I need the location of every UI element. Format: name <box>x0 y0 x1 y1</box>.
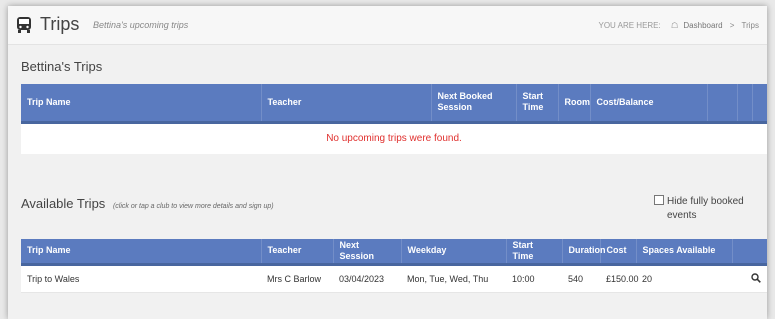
column-header-room[interactable]: Room <box>558 84 591 122</box>
column-header-blank <box>732 239 767 264</box>
page-subtitle: Bettina's upcoming trips <box>93 20 189 30</box>
column-header-cost-balance[interactable]: Cost/Balance <box>590 84 708 122</box>
search-icon[interactable] <box>751 272 761 283</box>
hide-full-toggle[interactable]: Hide fully booked events <box>654 195 767 223</box>
teacher-cell: Mrs C Barlow <box>267 273 322 284</box>
breadcrumb-dashboard[interactable]: Dashboard <box>683 21 722 30</box>
column-header-blank <box>707 84 738 122</box>
available-trips-header-row: Trip Name Teacher Next Session Weekday S… <box>21 239 767 264</box>
row-action-cell[interactable] <box>732 264 767 292</box>
hide-full-checkbox[interactable] <box>654 195 664 205</box>
trip-name-cell[interactable]: Trip to Wales <box>21 264 261 292</box>
column-header-start-time[interactable]: Start Time <box>516 84 559 122</box>
available-trips-heading: Available Trips (click or tap a club to … <box>21 196 274 211</box>
available-trips-table: Trip Name Teacher Next Session Weekday S… <box>21 239 767 293</box>
page-title: Trips <box>40 14 80 34</box>
my-trips-title: Bettina's Trips <box>21 59 103 74</box>
empty-message: No upcoming trips were found. <box>326 133 462 145</box>
column-header-next-session[interactable]: Next Session <box>333 239 402 264</box>
hide-full-label: Hide fully booked events <box>667 196 744 221</box>
column-header-blank <box>737 84 753 122</box>
duration-cell: 540 <box>568 273 584 284</box>
bus-icon <box>17 17 31 33</box>
my-trips-table: Trip Name Teacher Next Booked Session St… <box>21 84 767 154</box>
column-header-teacher[interactable]: Teacher <box>261 84 432 122</box>
available-trips-title: Available Trips <box>21 196 106 211</box>
column-header-weekday[interactable]: Weekday <box>401 239 507 264</box>
column-header-start-time[interactable]: Start Time <box>506 239 563 264</box>
next-session-cell: 03/04/2023 <box>339 273 385 284</box>
start-time-cell: 10:00 <box>512 273 535 284</box>
spaces-cell: 20 <box>642 273 653 284</box>
breadcrumb-separator: > <box>729 21 735 30</box>
page-frame: Trips Bettina's upcoming trips YOU ARE H… <box>8 6 767 319</box>
page-header: Trips Bettina's upcoming trips YOU ARE H… <box>8 6 767 45</box>
cost-cell: £150.00 <box>606 273 639 284</box>
column-header-duration[interactable]: Duration <box>562 239 606 264</box>
column-header-teacher[interactable]: Teacher <box>261 239 334 264</box>
available-trips-note: (click or tap a club to view more detail… <box>112 203 274 210</box>
column-header-spaces-available[interactable]: Spaces Available <box>636 239 733 264</box>
home-icon: ☖ <box>670 21 679 30</box>
column-header-trip-name[interactable]: Trip Name <box>21 84 262 122</box>
table-row[interactable]: Trip to Wales Mrs C Barlow 03/04/2023 Mo… <box>21 264 767 292</box>
my-trips-header-row: Trip Name Teacher Next Booked Session St… <box>21 84 767 122</box>
column-header-trip-name[interactable]: Trip Name <box>21 239 262 264</box>
column-header-next-booked-session[interactable]: Next Booked Session <box>431 84 517 122</box>
weekday-cell: Mon, Tue, Wed, Thu <box>407 273 489 284</box>
column-header-blank <box>752 84 767 122</box>
empty-row: No upcoming trips were found. <box>21 122 767 154</box>
breadcrumb: YOU ARE HERE: ☖ Dashboard > Trips <box>599 21 760 30</box>
breadcrumb-current: Trips <box>741 21 759 30</box>
breadcrumb-label: YOU ARE HERE: <box>598 21 661 30</box>
